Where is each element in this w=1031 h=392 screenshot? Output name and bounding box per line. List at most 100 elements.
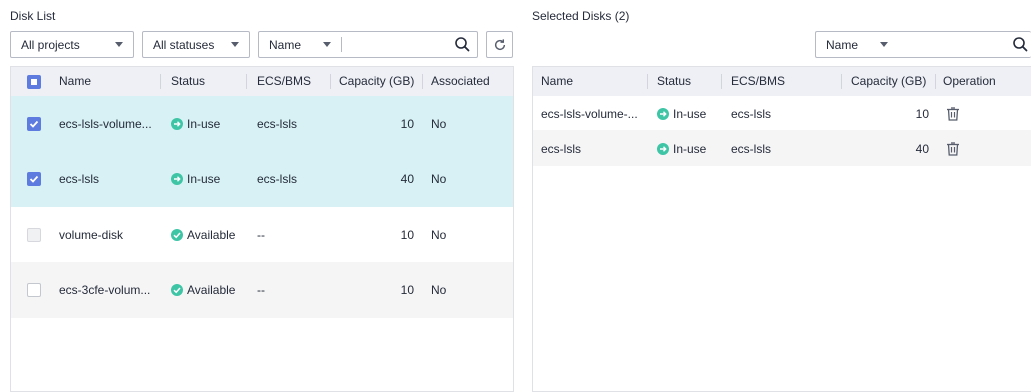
arrow-right-circle-icon xyxy=(171,118,183,130)
associated-value: No xyxy=(431,283,447,297)
column-divider xyxy=(422,74,423,89)
chevron-down-icon xyxy=(115,42,123,47)
status-text: Available xyxy=(187,283,236,297)
disk-name: ecs-lsls-volume-... xyxy=(541,107,638,121)
capacity-value: 10 xyxy=(915,107,929,121)
search-field-label: Name xyxy=(826,37,859,52)
search-divider xyxy=(341,37,342,52)
status-text: In-use xyxy=(673,142,707,156)
ecs-name: ecs-lsls xyxy=(257,172,298,186)
column-header-ecs: ECS/BMS xyxy=(731,74,786,88)
column-header-name: Name xyxy=(59,74,92,88)
disk-name: ecs-lsls xyxy=(541,142,582,156)
table-row[interactable]: ecs-3cfe-volum... Available -- 10 No xyxy=(11,262,513,318)
check-circle-icon xyxy=(171,229,183,241)
status-badge: In-use xyxy=(171,172,220,186)
status-filter-label: All statuses xyxy=(153,37,215,52)
capacity-value: 10 xyxy=(400,228,414,242)
disk-search-input[interactable] xyxy=(347,33,447,56)
search-icon[interactable] xyxy=(1012,36,1028,52)
chevron-down-icon xyxy=(323,42,331,47)
column-header-associated: Associated xyxy=(431,74,490,88)
column-header-operation: Operation xyxy=(943,74,996,88)
capacity-value: 10 xyxy=(400,283,414,297)
status-text: Available xyxy=(187,228,236,242)
arrow-right-circle-icon xyxy=(657,108,669,120)
disk-name: volume-disk xyxy=(59,228,124,242)
selected-disks-table: Name Status ECS/BMS Capacity (GB) Operat… xyxy=(532,66,1031,392)
ecs-name: ecs-lsls xyxy=(257,117,298,131)
search-field-label: Name xyxy=(269,37,302,52)
selected-disks-header: Name Status ECS/BMS Capacity (GB) Operat… xyxy=(533,67,1031,96)
chevron-down-icon xyxy=(880,42,888,47)
project-filter-select[interactable]: All projects xyxy=(10,31,134,58)
search-field-select[interactable]: Name xyxy=(259,32,341,57)
selected-disks-title: Selected Disks (2) xyxy=(532,9,630,23)
row-checkbox[interactable] xyxy=(27,172,41,186)
arrow-right-circle-icon xyxy=(657,143,669,155)
selected-search-box: Name xyxy=(815,31,1031,58)
status-text: In-use xyxy=(187,172,221,186)
disk-name: ecs-lsls xyxy=(59,172,100,186)
search-icon[interactable] xyxy=(454,36,470,52)
column-divider xyxy=(935,74,936,89)
table-row[interactable]: ecs-lsls In-use ecs-lsls 40 No xyxy=(11,151,513,207)
arrow-right-circle-icon xyxy=(171,173,183,185)
status-badge: In-use xyxy=(171,117,220,131)
associated-value: No xyxy=(431,117,447,131)
column-header-status: Status xyxy=(171,74,206,88)
chevron-down-icon xyxy=(231,42,239,47)
search-field-select[interactable]: Name xyxy=(816,32,896,57)
disk-name: ecs-3cfe-volum... xyxy=(59,283,151,297)
selected-search-input[interactable] xyxy=(904,33,1004,56)
capacity-value: 40 xyxy=(915,142,929,156)
project-filter-label: All projects xyxy=(21,37,80,52)
table-row: ecs-lsls-volume-... In-use ecs-lsls 10 xyxy=(533,96,1031,130)
status-badge: In-use xyxy=(657,142,706,156)
table-row: ecs-lsls In-use ecs-lsls 40 xyxy=(533,130,1031,166)
column-header-capacity: Capacity (GB) xyxy=(339,74,415,88)
disk-list-table: Name Status ECS/BMS Capacity (GB) Associ… xyxy=(10,66,514,392)
disk-search-box: Name xyxy=(258,31,478,58)
ecs-name: -- xyxy=(257,228,265,242)
trash-icon[interactable] xyxy=(946,107,960,121)
row-checkbox xyxy=(27,228,41,242)
status-text: In-use xyxy=(673,107,707,121)
ecs-name: -- xyxy=(257,283,265,297)
associated-value: No xyxy=(431,172,447,186)
status-filter-select[interactable]: All statuses xyxy=(142,31,250,58)
refresh-icon xyxy=(494,38,505,50)
column-divider xyxy=(246,74,247,89)
status-badge: Available xyxy=(171,228,235,242)
column-header-status: Status xyxy=(657,74,692,88)
column-divider xyxy=(647,74,648,89)
disk-list-title: Disk List xyxy=(10,9,56,23)
column-header-ecs: ECS/BMS xyxy=(257,74,312,88)
trash-icon[interactable] xyxy=(946,142,960,156)
capacity-value: 10 xyxy=(400,117,414,131)
status-badge: In-use xyxy=(657,107,706,121)
status-badge: Available xyxy=(171,283,235,297)
disk-list-header: Name Status ECS/BMS Capacity (GB) Associ… xyxy=(11,67,513,96)
column-divider xyxy=(330,74,331,89)
check-icon xyxy=(29,120,39,128)
ecs-name: ecs-lsls xyxy=(731,142,772,156)
check-icon xyxy=(29,175,39,183)
status-text: In-use xyxy=(187,117,221,131)
refresh-button[interactable] xyxy=(486,31,513,58)
column-header-name: Name xyxy=(541,74,574,88)
column-divider xyxy=(841,74,842,89)
select-all-checkbox[interactable] xyxy=(27,75,41,89)
column-header-capacity: Capacity (GB) xyxy=(851,74,927,88)
row-checkbox[interactable] xyxy=(27,117,41,131)
check-circle-icon xyxy=(171,284,183,296)
capacity-value: 40 xyxy=(400,172,414,186)
table-row: volume-disk Available -- 10 No xyxy=(11,207,513,262)
associated-value: No xyxy=(431,228,447,242)
ecs-name: ecs-lsls xyxy=(731,107,772,121)
table-row[interactable]: ecs-lsls-volume... In-use ecs-lsls 10 No xyxy=(11,96,513,151)
column-divider xyxy=(160,74,161,89)
row-checkbox[interactable] xyxy=(27,283,41,297)
column-divider xyxy=(721,74,722,89)
disk-name: ecs-lsls-volume... xyxy=(59,117,152,131)
